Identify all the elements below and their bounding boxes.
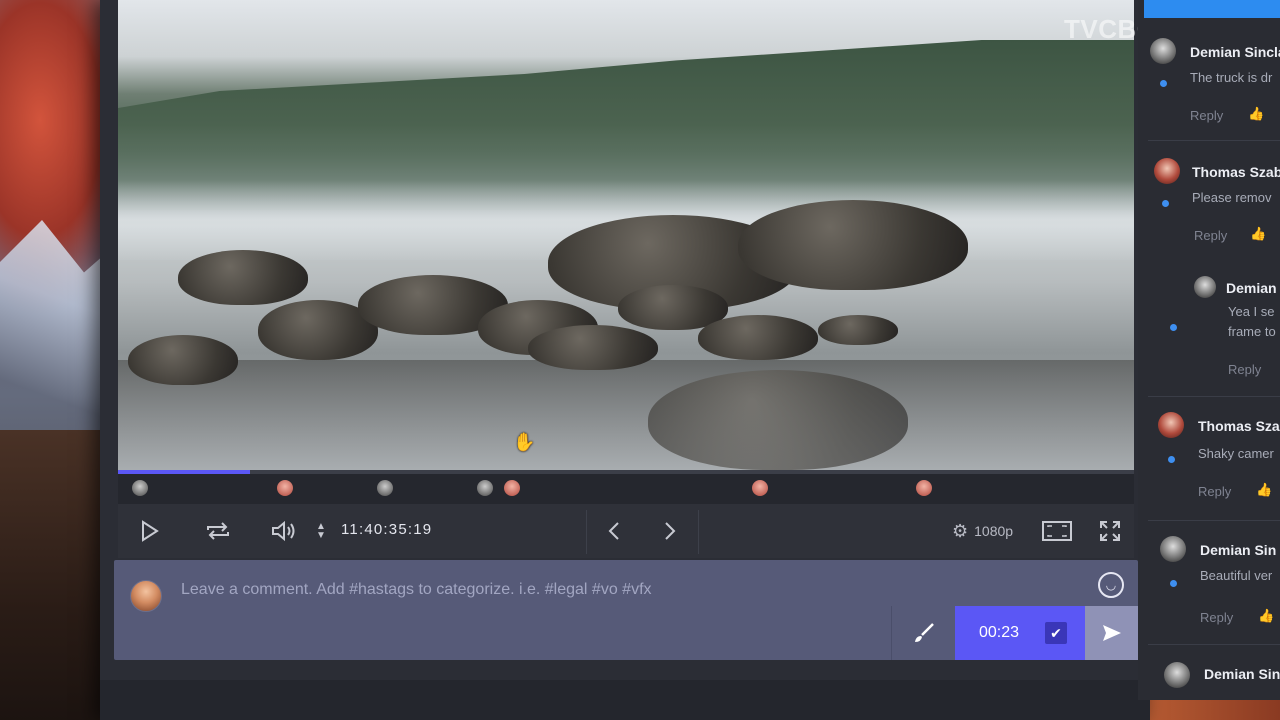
comment-text: The truck is dr (1190, 70, 1273, 85)
comment-text: Beautiful ver (1200, 568, 1273, 583)
divider (1148, 396, 1280, 397)
avatar (1150, 38, 1176, 64)
avatar (130, 580, 162, 612)
video-review-window: ✋ ▲ ▼ 11:40:35:19 ⚙ 1080p Leave a commen… (100, 0, 1150, 720)
divider (1148, 140, 1280, 141)
send-button[interactable] (1085, 606, 1138, 660)
thumbs-up-icon[interactable]: 👍 (1248, 106, 1264, 122)
comment-text: Yea I se (1228, 304, 1275, 319)
video-frame[interactable] (118, 0, 1134, 470)
comment-marker[interactable] (377, 480, 393, 496)
loop-icon (207, 522, 229, 540)
comment-author: Demian Sincla (1190, 44, 1280, 60)
comment-marker[interactable] (477, 480, 493, 496)
video-rock-reflection (648, 370, 908, 470)
video-rock (528, 325, 658, 370)
video-rock (178, 250, 308, 305)
reply-button[interactable]: Reply (1228, 362, 1261, 377)
timestamp-label: 00:23 (979, 624, 1020, 641)
play-button[interactable] (132, 504, 168, 558)
unread-dot (1160, 80, 1167, 87)
comment-markers-track[interactable] (118, 474, 1134, 504)
video-reflection (118, 360, 1134, 470)
comment-author: Demian Sin (1204, 666, 1280, 682)
avatar (1194, 276, 1216, 298)
safe-area-button[interactable] (1040, 504, 1074, 558)
chevron-left-icon (608, 522, 619, 540)
comment-marker[interactable] (132, 480, 148, 496)
timecode-display: 11:40:35:19 (341, 521, 433, 538)
loop-button[interactable] (200, 504, 236, 558)
video-rock (738, 200, 968, 290)
thumbs-up-icon[interactable]: 👍 (1256, 482, 1272, 498)
unread-dot (1170, 324, 1177, 331)
comments-panel: Demian Sincla The truck is dr Reply 👍 Th… (1138, 0, 1280, 700)
comment-composer: Leave a comment. Add #hastags to categor… (114, 560, 1138, 660)
fullscreen-button[interactable] (1096, 504, 1124, 558)
mouse-cursor: ✋ (513, 432, 536, 452)
send-icon (1102, 625, 1121, 641)
smile-icon[interactable]: ◡ (1098, 572, 1124, 598)
comment-marker[interactable] (504, 480, 520, 496)
brush-icon (915, 623, 934, 642)
window-footer (100, 680, 1150, 720)
panel-header-button[interactable] (1144, 0, 1280, 18)
avatar (1154, 158, 1180, 184)
check-icon[interactable]: ✔ (1045, 622, 1067, 644)
thumbs-up-icon[interactable]: 👍 (1250, 226, 1266, 242)
timecode-stepper[interactable]: ▲ ▼ (314, 504, 328, 558)
video-rock (698, 315, 818, 360)
unread-dot (1162, 200, 1169, 207)
play-icon (142, 520, 159, 542)
comment-author: Thomas Sza (1198, 418, 1280, 434)
comment-marker[interactable] (916, 480, 932, 496)
reply-button[interactable]: Reply (1200, 610, 1233, 625)
volume-icon (272, 520, 295, 542)
next-frame-button[interactable] (656, 504, 684, 558)
video-rock (128, 335, 238, 385)
divider (1148, 644, 1280, 645)
unread-dot (1170, 580, 1177, 587)
brush-button[interactable] (891, 606, 956, 660)
fullscreen-icon (1100, 521, 1120, 541)
reply-button[interactable]: Reply (1198, 484, 1231, 499)
player-controls: ▲ ▼ 11:40:35:19 ⚙ 1080p (118, 504, 1134, 558)
prev-frame-button[interactable] (600, 504, 628, 558)
thumbs-up-icon[interactable]: 👍 (1258, 608, 1274, 624)
reply-button[interactable]: Reply (1190, 108, 1223, 123)
comment-text: Please remov (1192, 190, 1272, 205)
avatar (1160, 536, 1186, 562)
comment-text: Shaky camer (1198, 446, 1274, 461)
comment-author: Demian Sin (1200, 542, 1277, 558)
comment-marker[interactable] (277, 480, 293, 496)
volume-button[interactable] (266, 504, 302, 558)
quality-label: 1080p (974, 523, 1014, 539)
chevron-right-icon (665, 522, 676, 540)
avatar (1158, 412, 1184, 438)
comment-author: Demian (1226, 280, 1277, 296)
frame-guide-icon (1042, 521, 1072, 541)
unread-dot (1168, 456, 1175, 463)
comment-text: frame to (1228, 324, 1276, 339)
divider (698, 510, 699, 554)
timestamp-toggle[interactable]: 00:23 ✔ (955, 606, 1085, 660)
reply-button[interactable]: Reply (1194, 228, 1227, 243)
comment-author: Thomas Szab (1192, 164, 1280, 180)
avatar (1164, 662, 1190, 688)
comment-input[interactable]: Leave a comment. Add #hastags to categor… (181, 581, 652, 599)
gear-icon: ⚙ (952, 520, 969, 541)
divider (586, 510, 587, 554)
divider (1148, 520, 1280, 521)
video-rock (818, 315, 898, 345)
quality-selector[interactable]: ⚙ 1080p (952, 504, 1013, 558)
comment-marker[interactable] (752, 480, 768, 496)
